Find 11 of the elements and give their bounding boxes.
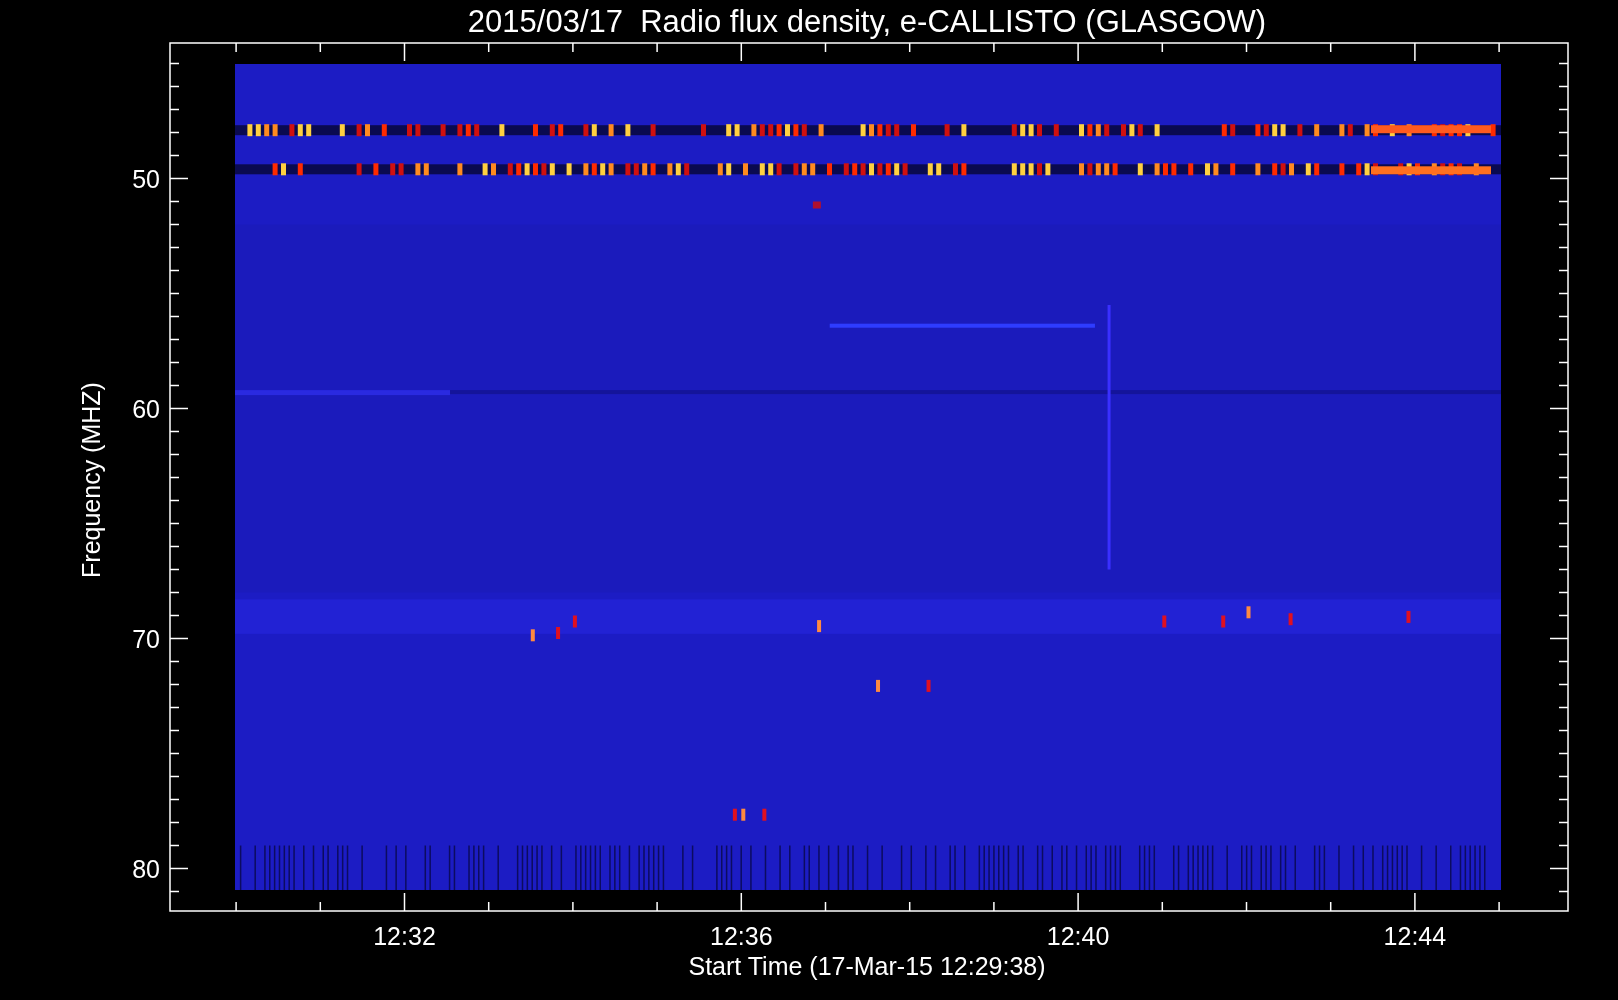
axis-tick-label: 12:32 — [373, 922, 436, 950]
axis-tick-label: 12:36 — [710, 922, 773, 950]
chart-title: 2015/03/17 Radio flux density, e-CALLISTO (GLASGOW) — [467, 4, 1267, 39]
axis-title: Frequency (MHZ) — [77, 382, 105, 578]
axis-tick-label: 12:40 — [1046, 922, 1110, 950]
axis-tick-label: 70 — [132, 624, 160, 653]
axis-title: Start Time (17-Mar-15 12:29:38) — [688, 952, 1046, 980]
axis-tick-label: 12:44 — [1383, 922, 1447, 950]
axis-tick-label: 60 — [132, 394, 160, 423]
axis-tick-label: 50 — [132, 164, 160, 193]
axis-tick-label: 80 — [132, 854, 160, 883]
